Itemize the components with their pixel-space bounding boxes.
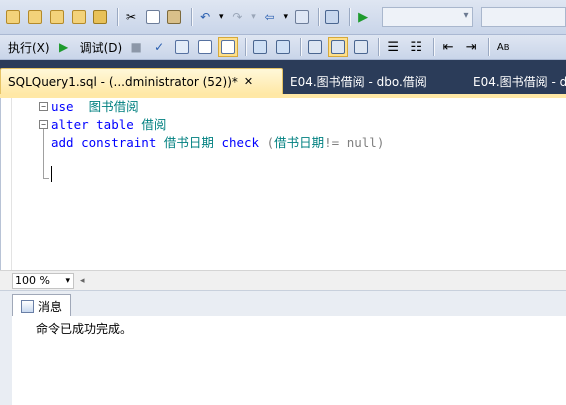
toolbar-separator	[488, 38, 490, 56]
comment-icon[interactable]: ☰	[383, 37, 403, 57]
toolbar-separator	[433, 38, 435, 56]
code-line-3: add constraint 借书日期 check (借书日期!= null)	[51, 134, 384, 152]
debug-start-icon[interactable]: ▶	[354, 7, 373, 27]
results-pane: 命令已成功完成。	[0, 316, 566, 405]
messages-icon	[21, 299, 34, 313]
uncomment-icon[interactable]: ☷	[406, 37, 426, 57]
query-editor[interactable]: − − use 图书借阅 alter table 借阅 add constrai…	[0, 98, 566, 270]
new-query-icon[interactable]	[4, 7, 23, 27]
undo-icon[interactable]: ↶	[196, 7, 215, 27]
keyword-token: alter table	[51, 117, 134, 132]
open-icon[interactable]	[91, 7, 110, 27]
tab-sqlquery1[interactable]: SQLQuery1.sql - (...dministrator (52))* …	[0, 68, 283, 94]
debug-play-icon: ▶	[58, 40, 69, 54]
results-tab-strip: 消息	[0, 290, 566, 317]
client-stats-icon[interactable]	[328, 37, 349, 57]
increase-indent-icon[interactable]: ⇥	[461, 37, 481, 57]
toolbar-separator	[300, 38, 302, 56]
tab-borrow-table-2[interactable]: E04.图书借阅 - dbo.借阅	[466, 68, 566, 94]
cut-icon[interactable]: ✂	[122, 7, 141, 27]
undo-dropdown-icon[interactable]: ▾	[217, 7, 225, 27]
query-designer-icon[interactable]	[273, 37, 293, 57]
operator-token: (	[266, 135, 275, 150]
operator-token: != null)	[324, 135, 385, 150]
toolbar-separator	[318, 8, 320, 26]
identifier-token: 借阅	[141, 117, 167, 132]
keyword-token: use	[51, 99, 74, 114]
document-tab-strip: SQLQuery1.sql - (...dministrator (52))* …	[0, 60, 566, 94]
tab-messages[interactable]: 消息	[12, 294, 72, 317]
toolbar-separator	[190, 8, 192, 26]
outline-line	[43, 129, 44, 179]
zoom-bar: 100 % ▾ ◂	[0, 270, 566, 290]
navigate-icon[interactable]: ⇦	[260, 7, 279, 27]
mdx-query-icon[interactable]	[26, 7, 45, 27]
toolbar-separator	[378, 38, 380, 56]
estimated-plan-icon[interactable]	[250, 37, 270, 57]
sql-editor-toolbar: 执行(X) ▶ 调试(D) ■ ✓ ☰ ☷ ⇤ ⇥ AB	[0, 35, 566, 60]
toolbar-separator	[348, 8, 350, 26]
windows-icon[interactable]	[292, 7, 311, 27]
xmla-query-icon[interactable]	[69, 7, 88, 27]
scroll-left-icon[interactable]: ◂	[80, 276, 85, 286]
code-line-1: use 图书借阅	[51, 98, 139, 116]
keyword-token: check	[221, 135, 260, 150]
tab-messages-label: 消息	[38, 299, 63, 314]
toolbar-separator	[116, 8, 118, 26]
decrease-indent-icon[interactable]: ⇤	[438, 37, 458, 57]
redo-icon[interactable]: ↷	[228, 7, 247, 27]
redo-dropdown-icon[interactable]: ▾	[250, 7, 258, 27]
stop-icon[interactable]: ■	[126, 37, 146, 57]
parse-icon[interactable]: ✓	[149, 37, 169, 57]
query-options-icon[interactable]	[172, 37, 192, 57]
code-line-2: alter table 借阅	[51, 116, 166, 134]
chevron-down-icon: ▾	[65, 275, 70, 286]
specify-values-icon[interactable]: AB	[493, 37, 513, 57]
execute-button[interactable]: 执行(X)	[4, 39, 54, 56]
tab-label: E04.图书借阅 - dbo.借阅	[473, 74, 566, 89]
navigate-dropdown-icon[interactable]: ▾	[282, 7, 290, 27]
paste-icon[interactable]	[165, 7, 184, 27]
result-message: 命令已成功完成。	[36, 322, 133, 336]
zoom-select[interactable]: 100 % ▾	[12, 272, 74, 289]
debug-button[interactable]: 调试(D)	[76, 39, 127, 56]
identifier-token: 借书日期	[274, 135, 325, 150]
dmx-query-icon[interactable]	[47, 7, 66, 27]
selection-margin	[11, 98, 12, 270]
zoom-value: 100 %	[15, 273, 50, 287]
results-file-icon[interactable]	[218, 37, 239, 57]
tab-label: E04.图书借阅 - dbo.借阅	[290, 74, 427, 89]
identifier-token: 图书借阅	[88, 99, 139, 114]
identifier-token: 借书日期	[163, 135, 214, 150]
keyword-token: add constraint	[51, 135, 157, 150]
collapse-toggle-icon[interactable]: −	[39, 102, 48, 111]
text-caret	[51, 166, 52, 182]
collapse-toggle-icon[interactable]: −	[39, 120, 48, 129]
tab-borrow-table-1[interactable]: E04.图书借阅 - dbo.借阅	[283, 68, 466, 94]
solution-config-dropdown[interactable]	[381, 7, 474, 27]
standard-toolbar: ✂ ↶ ▾ ↷ ▾ ⇦ ▾ ▶	[0, 0, 566, 35]
copy-icon[interactable]	[143, 7, 162, 27]
close-icon[interactable]: ✕	[244, 75, 253, 88]
results-grid-icon[interactable]	[195, 37, 215, 57]
toolbar-separator	[245, 38, 247, 56]
include-plan-icon[interactable]	[305, 37, 325, 57]
results-text-icon[interactable]	[351, 37, 371, 57]
outline-end	[43, 178, 49, 179]
activity-monitor-icon[interactable]	[323, 7, 342, 27]
find-box[interactable]	[481, 7, 566, 27]
tab-label: SQLQuery1.sql - (...dministrator (52))*	[8, 74, 238, 89]
